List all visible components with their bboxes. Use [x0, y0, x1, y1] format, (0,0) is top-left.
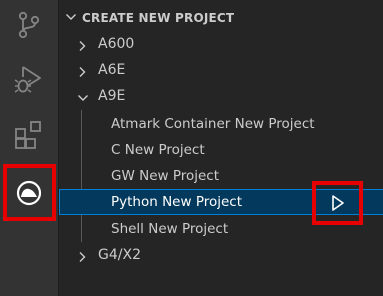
- run-debug-icon: [14, 66, 41, 93]
- tree-item-g4-x2[interactable]: G4/X2: [59, 243, 383, 269]
- tree-item-label: A600: [98, 36, 135, 52]
- activity-bar: [0, 0, 58, 296]
- chevron-down-icon: [66, 14, 76, 20]
- section-header[interactable]: CREATE NEW PROJECT: [59, 7, 383, 29]
- tree-item-label: G4/X2: [98, 247, 141, 263]
- chevron-right-icon: [79, 67, 86, 77]
- tree-item-a6e[interactable]: A6E: [59, 58, 383, 84]
- source-control-icon: [18, 11, 40, 39]
- tree-item-label: A9E: [98, 88, 126, 104]
- tree-item-label: Atmark Container New Project: [111, 116, 315, 132]
- tree-item-label: A6E: [98, 62, 126, 78]
- tree-item-label: GW New Project: [111, 168, 220, 184]
- chevron-down-icon: [78, 95, 88, 101]
- run-icon: [331, 195, 344, 211]
- tree-item-shell-new-project[interactable]: Shell New Project: [59, 216, 383, 242]
- tree-item-atmark-container-new-project[interactable]: Atmark Container New Project: [59, 111, 383, 137]
- activity-source-control[interactable]: [0, 0, 58, 50]
- activity-extensions[interactable]: [0, 110, 58, 160]
- tree-item-c-new-project[interactable]: C New Project: [59, 137, 383, 163]
- extensions-icon: [15, 121, 41, 149]
- tree-item-label: Shell New Project: [111, 221, 229, 237]
- tree-item-label: Python New Project: [111, 194, 243, 210]
- explorer-sidebar: CREATE NEW PROJECT A600 A6E A9E Atmark C…: [58, 0, 383, 296]
- chevron-right-icon: [79, 41, 86, 51]
- device-extension-highlight: [3, 164, 56, 221]
- tree-item-a600[interactable]: A600: [59, 32, 383, 58]
- tree-item-a9e[interactable]: A9E: [59, 84, 383, 110]
- tree-item-label: C New Project: [111, 142, 205, 158]
- section-title: CREATE NEW PROJECT: [82, 11, 235, 25]
- activity-run-debug[interactable]: [0, 54, 58, 104]
- chevron-right-icon: [79, 252, 86, 262]
